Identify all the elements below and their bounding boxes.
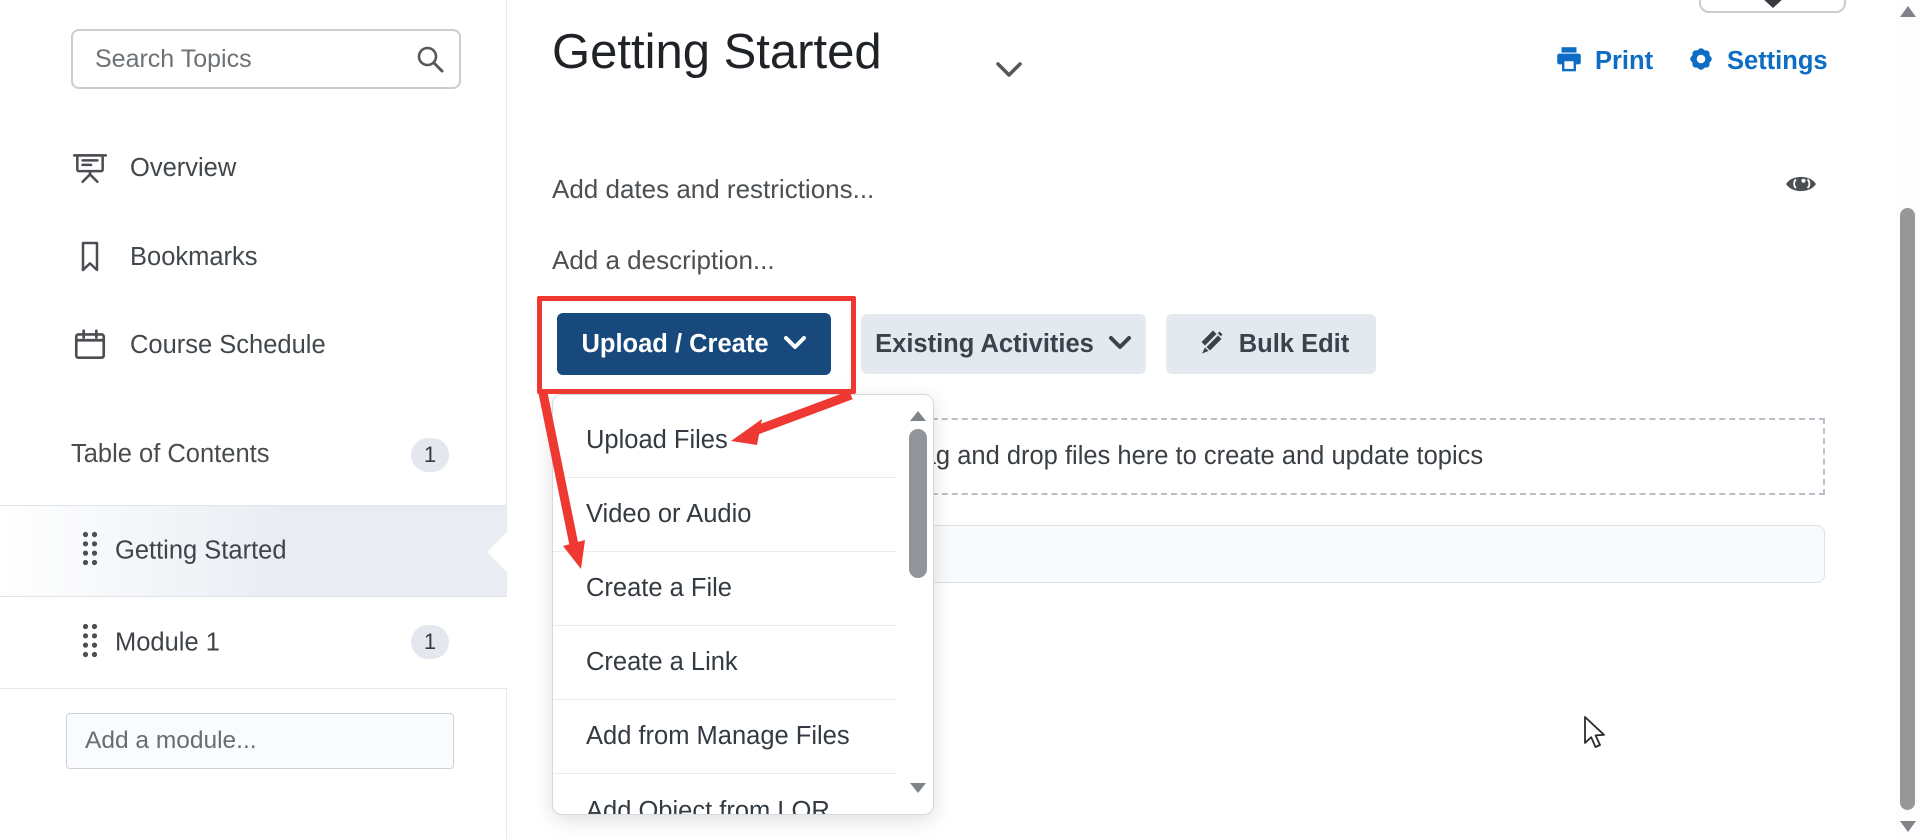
settings-button[interactable]: Settings <box>1686 44 1828 78</box>
top-collapsed-dropdown-button[interactable] <box>1699 0 1846 13</box>
page-scrollbar[interactable] <box>1896 0 1920 839</box>
bulk-edit-button[interactable]: Bulk Edit <box>1166 314 1376 374</box>
module-count-badge: 1 <box>411 625 449 659</box>
drag-handle-icon[interactable] <box>82 622 98 663</box>
search-icon[interactable] <box>415 44 445 79</box>
sidebar-item-label: Bookmarks <box>130 242 258 271</box>
menu-item-add-object-from-lor[interactable]: Add Object from LOR <box>553 774 897 815</box>
sidebar-item-course-schedule[interactable]: Course Schedule <box>0 317 507 373</box>
dropdown-item-list: Upload Files Video or Audio Create a Fil… <box>553 404 933 815</box>
search-input[interactable] <box>71 29 461 89</box>
module-label: Module 1 <box>115 628 220 656</box>
bookmark-icon <box>70 239 110 275</box>
print-label: Print <box>1595 46 1654 75</box>
menu-item-video-or-audio[interactable]: Video or Audio <box>553 478 897 552</box>
upload-create-label: Upload / Create <box>581 329 769 358</box>
menu-scroll-up-icon[interactable] <box>910 411 926 421</box>
existing-activities-label: Existing Activities <box>875 329 1094 358</box>
sidebar-item-bookmarks[interactable]: Bookmarks <box>0 229 507 285</box>
mouse-cursor <box>1583 716 1609 755</box>
add-module-input[interactable] <box>66 713 454 769</box>
chevron-down-icon <box>783 335 807 354</box>
menu-item-upload-files[interactable]: Upload Files <box>553 404 897 478</box>
course-sidebar: Overview Bookmarks Course Schedule Table… <box>0 0 507 839</box>
print-button[interactable]: Print <box>1554 44 1653 78</box>
drag-handle-icon[interactable] <box>82 531 98 572</box>
scroll-down-icon[interactable] <box>1900 821 1916 832</box>
sidebar-item-label: Course Schedule <box>130 330 326 359</box>
search-topics-box <box>71 29 461 89</box>
print-icon <box>1554 44 1584 79</box>
menu-item-create-a-link[interactable]: Create a Link <box>553 626 897 700</box>
menu-item-create-a-file[interactable]: Create a File <box>553 552 897 626</box>
module-label: Getting Started <box>115 536 287 565</box>
chevron-down-icon <box>1108 335 1132 354</box>
bulk-edit-pencils-icon <box>1193 327 1225 362</box>
toc-label: Table of Contents <box>71 440 270 468</box>
add-module-box <box>66 713 454 769</box>
bulk-edit-label: Bulk Edit <box>1238 329 1350 358</box>
existing-activities-button[interactable]: Existing Activities <box>861 314 1146 374</box>
visibility-eye-icon[interactable] <box>1784 171 1818 202</box>
sidebar-module-module-1[interactable]: Module 1 1 <box>0 597 507 689</box>
page-title: Getting Started <box>552 25 882 79</box>
add-description-placeholder[interactable]: Add a description... <box>552 245 775 276</box>
dropzone-hint-text: Drag and drop files here to create and u… <box>894 442 1484 470</box>
sidebar-item-label: Overview <box>130 153 237 182</box>
menu-scrollbar-thumb[interactable] <box>909 429 927 578</box>
table-of-contents-row[interactable]: Table of Contents 1 <box>0 430 507 484</box>
scrollbar-thumb[interactable] <box>1900 208 1915 810</box>
content-page: Overview Bookmarks Course Schedule Table… <box>0 0 1920 839</box>
menu-item-add-from-manage-files[interactable]: Add from Manage Files <box>553 700 897 774</box>
sidebar-module-getting-started[interactable]: Getting Started <box>0 505 507 597</box>
menu-scroll-down-icon[interactable] <box>910 783 926 793</box>
calendar-icon <box>70 326 110 364</box>
caret-down-icon <box>1760 0 1785 8</box>
upload-create-dropdown-menu: Upload Files Video or Audio Create a Fil… <box>552 394 934 815</box>
sidebar-item-overview[interactable]: Overview <box>0 140 507 196</box>
settings-label: Settings <box>1727 46 1828 75</box>
add-dates-placeholder[interactable]: Add dates and restrictions... <box>552 174 874 205</box>
upload-create-button[interactable]: Upload / Create <box>557 313 831 375</box>
scroll-up-icon[interactable] <box>1900 6 1916 17</box>
presentation-icon <box>70 149 110 187</box>
toc-count-badge: 1 <box>411 438 449 472</box>
title-chevron-down-icon[interactable] <box>994 60 1024 85</box>
gear-icon <box>1686 44 1716 79</box>
